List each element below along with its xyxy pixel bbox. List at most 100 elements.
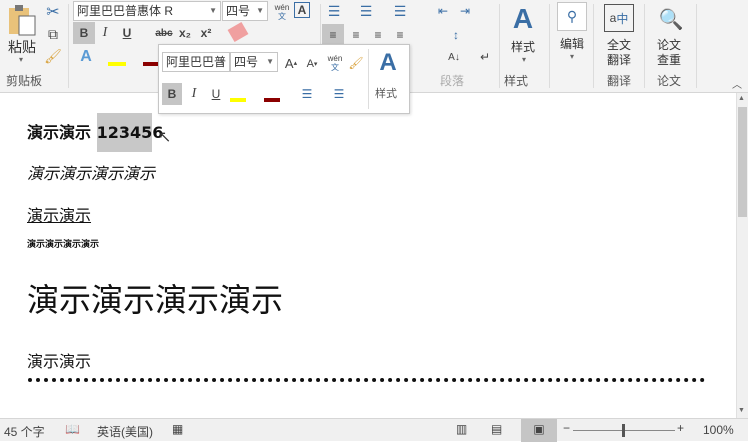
- zoom-slider-thumb[interactable]: [622, 424, 625, 437]
- font-name-combo[interactable]: 阿里巴巴普惠体 R ▼: [73, 1, 221, 21]
- paper-group-label: 论文: [657, 74, 682, 88]
- show-marks-icon[interactable]: ↵: [476, 46, 494, 68]
- mini-underline-button[interactable]: U: [206, 83, 226, 105]
- word-count[interactable]: 45 个字: [4, 423, 45, 440]
- mini-toolbar: 阿里巴巴普 ▼ 四号 ▼ A ▴ A ▾ wén 文 🖌 A 样式 B I U ☰ ☰: [158, 44, 410, 114]
- scroll-thumb[interactable]: [738, 107, 747, 217]
- print-layout-icon[interactable]: ▤: [491, 422, 502, 436]
- align-left-icon[interactable]: ≡: [322, 24, 344, 46]
- scroll-down-icon[interactable]: ▼: [738, 407, 745, 414]
- grow-font-icon[interactable]: A ▴: [283, 54, 299, 72]
- mini-italic-button[interactable]: I: [184, 83, 204, 105]
- mini-highlight-icon[interactable]: [230, 86, 246, 102]
- vertical-scrollbar[interactable]: ▲ ▼: [736, 93, 748, 418]
- numbering-icon[interactable]: ☰: [357, 2, 375, 20]
- styles-icon[interactable]: A: [508, 2, 538, 36]
- phonetic-bottom: 文: [278, 12, 286, 21]
- mini-styles-button[interactable]: 样式: [375, 85, 397, 101]
- full-text-translate-button[interactable]: 全文 翻译: [607, 38, 631, 68]
- font-color-icon[interactable]: [143, 48, 159, 66]
- find-icon[interactable]: ⚲: [557, 2, 587, 31]
- chevron-down-icon: ▼: [218, 57, 226, 66]
- styles-button[interactable]: 样式: [511, 38, 535, 55]
- collapse-ribbon-icon[interactable]: ︿: [732, 76, 742, 91]
- mini-font-value: 阿里巴巴普: [166, 55, 227, 69]
- mini-bold-button[interactable]: B: [162, 83, 182, 105]
- chevron-down-icon[interactable]: ▾: [570, 52, 574, 61]
- shrink-font-icon[interactable]: A ▾: [304, 56, 320, 72]
- read-mode-icon[interactable]: ▥: [456, 422, 467, 436]
- paste-icon[interactable]: [6, 4, 38, 36]
- selected-text: 1234: [96, 113, 142, 152]
- mini-font-combo[interactable]: 阿里巴巴普 ▼: [162, 52, 230, 72]
- line-spacing-icon[interactable]: ↕: [445, 24, 467, 46]
- copy-icon[interactable]: ⧉: [44, 25, 62, 43]
- document-area[interactable]: 演示演示 123456 演示演示演示演示 演示演示 演示演示演示演示 演示演示演…: [0, 93, 736, 418]
- editing-button[interactable]: 编辑: [560, 35, 584, 52]
- mini-phonetic-button[interactable]: wén 文: [325, 53, 345, 73]
- cursor-pointer-icon: ↖: [158, 129, 172, 146]
- clear-formatting-icon[interactable]: [227, 21, 249, 43]
- translate-group-label: 翻译: [607, 74, 632, 88]
- font-size-value: 四号: [226, 4, 251, 18]
- web-layout-icon[interactable]: ▣: [521, 419, 557, 442]
- cut-icon[interactable]: ✂: [44, 3, 62, 21]
- chevron-down-icon[interactable]: ▾: [522, 55, 526, 64]
- paper-label-1: 论文: [657, 38, 682, 52]
- chevron-down-icon: ▼: [256, 6, 264, 15]
- translate-icon[interactable]: a中: [604, 4, 634, 32]
- language[interactable]: 英语(美国): [97, 423, 153, 440]
- multilevel-list-icon[interactable]: ☰: [391, 2, 409, 20]
- zoom-in-button[interactable]: +: [677, 421, 684, 435]
- decrease-indent-icon[interactable]: ⇤: [434, 2, 452, 20]
- proofing-icon[interactable]: 📖: [65, 422, 80, 436]
- zoom-out-button[interactable]: −: [563, 421, 570, 435]
- chevron-down-icon: ▼: [209, 6, 217, 15]
- doc-line-underline: 演示演示: [27, 206, 92, 225]
- translate-label-2: 翻译: [607, 53, 632, 67]
- increase-indent-icon[interactable]: ⇥: [456, 2, 474, 20]
- italic-button[interactable]: I: [95, 22, 115, 44]
- align-right-icon[interactable]: ≡: [367, 24, 389, 46]
- format-painter-icon[interactable]: 🖌: [44, 47, 62, 65]
- paste-dropdown-icon[interactable]: ▾: [19, 55, 23, 64]
- phonetic-guide-button[interactable]: wén 文: [272, 2, 292, 22]
- mini-size-value: 四号: [234, 55, 259, 69]
- text-effects-icon[interactable]: A: [76, 46, 96, 68]
- mini-size-combo[interactable]: 四号 ▼: [230, 52, 278, 72]
- phonetic-bottom: 文: [331, 63, 339, 72]
- line1-text: 演示演示: [27, 123, 97, 142]
- chevron-down-icon: ▼: [266, 57, 274, 66]
- justify-icon[interactable]: ≡: [389, 24, 411, 46]
- mini-format-painter-icon[interactable]: 🖌: [347, 53, 365, 73]
- paper-label-2: 查重: [657, 53, 682, 67]
- doc-line-small: 演示演示演示演示: [27, 240, 100, 250]
- phonetic-top: wén: [327, 54, 343, 63]
- zoom-level[interactable]: 100%: [703, 423, 734, 437]
- bold-button[interactable]: B: [73, 22, 95, 44]
- font-name-value: 阿里巴巴普惠体 R: [77, 4, 174, 18]
- doc-line-large: 演示演示演示演示: [27, 281, 284, 319]
- strikethrough-button[interactable]: abc: [153, 22, 175, 44]
- mini-styles-icon[interactable]: A: [373, 48, 403, 78]
- macro-icon[interactable]: ▦: [172, 422, 183, 436]
- bullets-icon[interactable]: ☰: [325, 2, 343, 20]
- sort-icon[interactable]: A↓: [443, 46, 465, 68]
- mini-bullets-icon[interactable]: ☰: [297, 83, 317, 105]
- doc-line-dotted: 演示演示: [27, 352, 92, 371]
- highlight-icon[interactable]: [108, 48, 126, 66]
- doc-line-italic: 演示演示演示演示: [27, 164, 156, 183]
- paper-check-button[interactable]: 论文 查重: [657, 38, 681, 68]
- character-border-button[interactable]: A: [294, 2, 310, 18]
- clipboard-group-label: 剪贴板: [6, 74, 43, 88]
- paper-check-icon[interactable]: 🔍: [656, 4, 686, 34]
- align-center-icon[interactable]: ≡: [345, 24, 367, 46]
- mini-font-color-icon[interactable]: [264, 86, 280, 102]
- mini-numbering-icon[interactable]: ☰: [329, 83, 349, 105]
- subscript-button[interactable]: x₂: [175, 22, 195, 44]
- scroll-up-icon[interactable]: ▲: [738, 95, 745, 102]
- underline-button[interactable]: U: [117, 22, 137, 44]
- superscript-button[interactable]: x²: [196, 22, 216, 44]
- font-size-combo[interactable]: 四号 ▼: [222, 1, 268, 21]
- paste-button[interactable]: 粘贴: [8, 37, 36, 57]
